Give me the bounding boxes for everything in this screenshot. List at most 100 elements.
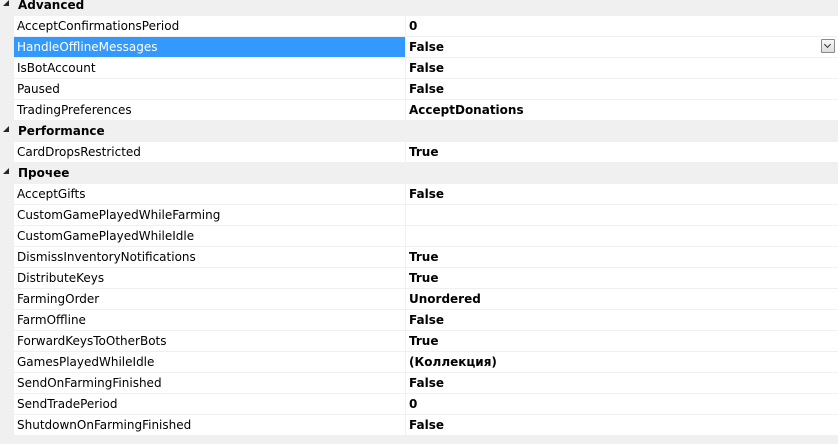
property-name-cell[interactable]: FarmOffline (14, 310, 405, 331)
property-value-cell[interactable]: (Коллекция) (406, 352, 838, 373)
collapse-triangle-icon[interactable] (3, 0, 9, 6)
category-label: Прочее (18, 166, 70, 180)
property-row-handle-offline-messages[interactable]: HandleOfflineMessages False (0, 37, 838, 58)
property-name: TradingPreferences (17, 103, 132, 117)
property-row-card-drops-restricted[interactable]: CardDropsRestricted True (0, 142, 838, 163)
category-header[interactable]: Performance (0, 121, 838, 142)
value-dropdown-button[interactable] (821, 39, 835, 53)
property-value-cell[interactable]: False (406, 79, 838, 100)
property-name: ForwardKeysToOtherBots (17, 334, 167, 348)
property-row-paused[interactable]: Paused False (0, 79, 838, 100)
property-value-cell[interactable]: True (406, 142, 838, 163)
collapse-triangle-icon[interactable] (3, 168, 9, 174)
property-row-custom-game-played-while-idle[interactable]: CustomGamePlayedWhileIdle (0, 226, 838, 247)
property-value: AcceptDonations (409, 103, 524, 117)
property-value-cell[interactable] (406, 226, 838, 247)
property-value-cell[interactable]: 0 (406, 394, 838, 415)
property-row-accept-confirmations-period[interactable]: AcceptConfirmationsPeriod 0 (0, 16, 838, 37)
property-value: (Коллекция) (409, 355, 497, 369)
property-name: ShutdownOnFarmingFinished (17, 418, 192, 432)
property-value: False (409, 82, 444, 96)
property-name: CustomGamePlayedWhileIdle (17, 229, 195, 243)
property-name-cell[interactable]: CustomGamePlayedWhileIdle (14, 226, 405, 247)
property-name-cell[interactable]: TradingPreferences (14, 100, 405, 121)
property-value-cell[interactable]: AcceptDonations (406, 100, 838, 121)
property-value-cell[interactable]: 0 (406, 16, 838, 37)
property-value: False (409, 40, 444, 54)
property-row-forward-keys-to-other-bots[interactable]: ForwardKeysToOtherBots True (0, 331, 838, 352)
property-name: DismissInventoryNotifications (17, 250, 196, 264)
property-value-cell[interactable] (406, 205, 838, 226)
property-name-cell[interactable]: DismissInventoryNotifications (14, 247, 405, 268)
property-value: True (409, 271, 439, 285)
property-value: True (409, 145, 439, 159)
property-name-cell[interactable]: SendTradePeriod (14, 394, 405, 415)
property-name-cell[interactable]: GamesPlayedWhileIdle (14, 352, 405, 373)
property-row-accept-gifts[interactable]: AcceptGifts False (0, 184, 838, 205)
property-name-cell[interactable]: DistributeKeys (14, 268, 405, 289)
property-value: False (409, 313, 444, 327)
property-row-dismiss-inventory-notifications[interactable]: DismissInventoryNotifications True (0, 247, 838, 268)
property-name: IsBotAccount (17, 61, 96, 75)
property-name: AcceptConfirmationsPeriod (17, 19, 180, 33)
property-name-cell[interactable]: SendOnFarmingFinished (14, 373, 405, 394)
property-value-cell[interactable]: False (406, 373, 838, 394)
property-row-farming-order[interactable]: FarmingOrder Unordered (0, 289, 838, 310)
property-name: FarmingOrder (17, 292, 100, 306)
property-value: False (409, 187, 444, 201)
category-label: Advanced (18, 0, 85, 12)
property-row-farm-offline[interactable]: FarmOffline False (0, 310, 838, 331)
property-name: FarmOffline (17, 313, 86, 327)
property-name: AcceptGifts (17, 187, 86, 201)
property-name: CustomGamePlayedWhileFarming (17, 208, 221, 222)
property-value: True (409, 334, 439, 348)
property-value-cell[interactable]: False (406, 415, 838, 436)
property-name: SendTradePeriod (17, 397, 118, 411)
property-name-cell[interactable]: CustomGamePlayedWhileFarming (14, 205, 405, 226)
property-name-cell[interactable]: CardDropsRestricted (14, 142, 405, 163)
property-name-cell[interactable]: ForwardKeysToOtherBots (14, 331, 405, 352)
property-value: False (409, 376, 444, 390)
property-name: CardDropsRestricted (17, 145, 141, 159)
property-value-cell[interactable]: False (406, 184, 838, 205)
property-value-cell[interactable]: True (406, 268, 838, 289)
property-name-cell[interactable]: IsBotAccount (14, 58, 405, 79)
collapse-triangle-icon[interactable] (3, 126, 9, 132)
property-value: True (409, 250, 439, 264)
property-value: False (409, 61, 444, 75)
property-name: Paused (17, 82, 60, 96)
property-value: 0 (409, 19, 418, 33)
property-name-cell[interactable]: AcceptGifts (14, 184, 405, 205)
property-name-cell[interactable]: FarmingOrder (14, 289, 405, 310)
property-name: HandleOfflineMessages (17, 40, 158, 54)
property-grid: Advanced AcceptConfirmationsPeriod 0 Handle… (0, 0, 838, 444)
category-header[interactable]: Прочее (0, 163, 838, 184)
property-value: Unordered (409, 292, 481, 306)
property-name-cell[interactable]: ShutdownOnFarmingFinished (14, 415, 405, 436)
property-row-distribute-keys[interactable]: DistributeKeys True (0, 268, 838, 289)
property-value-cell[interactable]: False (406, 37, 838, 58)
property-name-cell[interactable]: HandleOfflineMessages (14, 37, 405, 58)
property-name-cell[interactable]: Paused (14, 79, 405, 100)
property-value-cell[interactable]: True (406, 331, 838, 352)
property-row-is-bot-account[interactable]: IsBotAccount False (0, 58, 838, 79)
property-row-shutdown-on-farming-finished[interactable]: ShutdownOnFarmingFinished False (0, 415, 838, 436)
property-value-cell[interactable]: False (406, 58, 838, 79)
property-row-send-trade-period[interactable]: SendTradePeriod 0 (0, 394, 838, 415)
category-label: Performance (18, 124, 105, 138)
property-value-cell[interactable]: True (406, 247, 838, 268)
property-value-cell[interactable]: False (406, 310, 838, 331)
property-row-custom-game-played-while-farming[interactable]: CustomGamePlayedWhileFarming (0, 205, 838, 226)
property-name: SendOnFarmingFinished (17, 376, 162, 390)
property-row-send-on-farming-finished[interactable]: SendOnFarmingFinished False (0, 373, 838, 394)
property-row-trading-preferences[interactable]: TradingPreferences AcceptDonations (0, 100, 838, 121)
property-value-cell[interactable]: Unordered (406, 289, 838, 310)
property-name: GamesPlayedWhileIdle (17, 355, 155, 369)
category-header[interactable]: Advanced (0, 0, 838, 16)
property-name: DistributeKeys (17, 271, 105, 285)
property-value: 0 (409, 397, 418, 411)
property-name-cell[interactable]: AcceptConfirmationsPeriod (14, 16, 405, 37)
property-row-games-played-while-idle[interactable]: GamesPlayedWhileIdle (Коллекция) (0, 352, 838, 373)
property-value: False (409, 418, 444, 432)
chevron-down-icon (823, 40, 832, 49)
